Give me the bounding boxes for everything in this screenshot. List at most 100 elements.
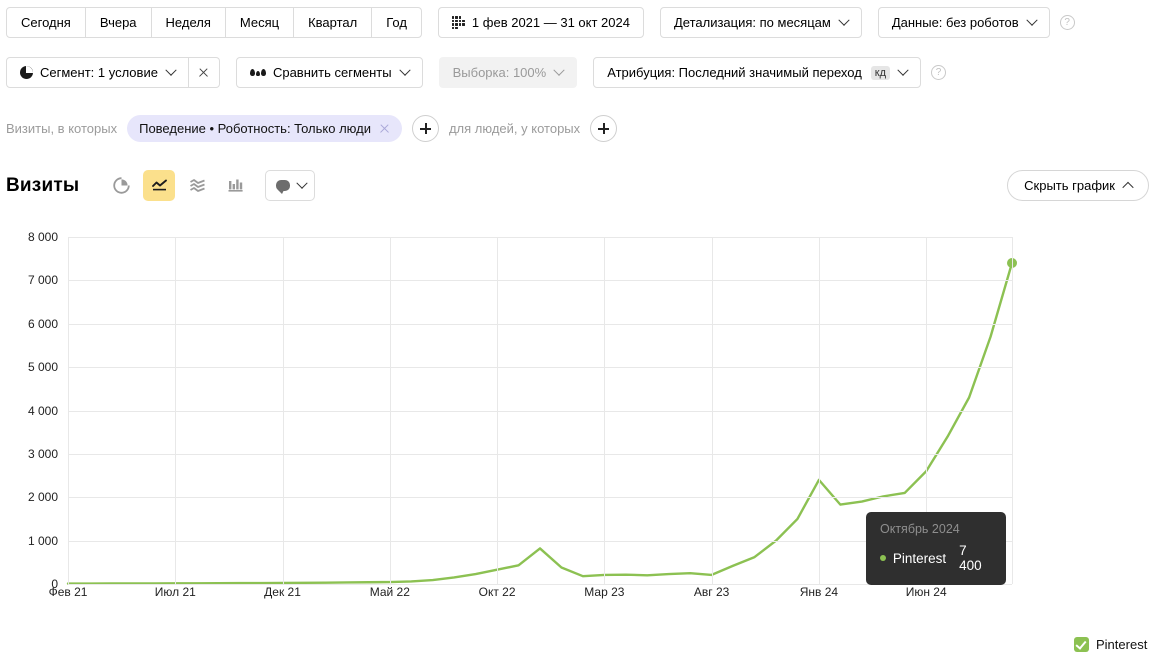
gridline-horizontal	[68, 323, 1012, 325]
sample-rate-dropdown[interactable]: Выборка: 100%	[438, 57, 578, 88]
attribution-badge: кд	[870, 65, 891, 80]
date-range-label: 1 фев 2021 — 31 окт 2024	[471, 15, 630, 30]
y-axis-tick-label: 5 000	[27, 360, 58, 375]
chart-tooltip: Октябрь 2024 Pinterest 7 400	[866, 512, 1006, 585]
line-chart-view-icon[interactable]	[143, 170, 176, 201]
y-axis-tick-label: 1 000	[27, 533, 58, 548]
date-range-picker[interactable]: 1 фев 2021 — 31 окт 2024	[437, 7, 644, 38]
compare-drops-icon	[249, 69, 266, 76]
attribution-dropdown[interactable]: Атрибуция: Последний значимый переход кд	[593, 57, 922, 88]
data-source-label: Данные: без роботов	[891, 15, 1019, 30]
chevron-down-icon	[398, 64, 411, 76]
gridline-vertical	[282, 237, 284, 584]
x-axis-tick-label: Мар 23	[584, 585, 625, 599]
segment-label: Сегмент: 1 условие	[40, 65, 158, 80]
sample-rate-label: Выборка: 100%	[452, 65, 547, 80]
axis-border	[1012, 237, 1013, 584]
chart-legend: Pinterest	[1074, 637, 1147, 652]
filter-chip-robotness[interactable]: Поведение • Роботность: Только люди	[127, 115, 402, 142]
period-button-today[interactable]: Сегодня	[6, 7, 86, 38]
calendar-icon	[451, 16, 465, 29]
gridline-vertical	[175, 237, 177, 584]
tooltip-title: Октябрь 2024	[880, 522, 960, 536]
chevron-down-icon	[165, 64, 177, 76]
gridline-vertical	[711, 237, 713, 584]
close-icon[interactable]	[379, 123, 390, 134]
period-button-year[interactable]: Год	[371, 7, 422, 38]
notes-dropdown[interactable]	[265, 170, 316, 201]
tooltip-series-name: Pinterest	[892, 550, 947, 566]
pie-chart-icon	[20, 66, 33, 79]
x-axis-tick-label: Окт 22	[478, 585, 516, 599]
gridline-horizontal	[68, 497, 1012, 499]
add-people-condition-button[interactable]	[590, 115, 618, 142]
bar-chart-view-icon[interactable]	[219, 170, 251, 201]
plus-icon	[419, 123, 431, 134]
x-axis-tick-label: Июл 21	[154, 585, 196, 599]
y-axis-tick-label: 8 000	[27, 230, 58, 244]
y-axis-tick-label: 6 000	[27, 316, 58, 331]
x-axis-tick-label: Дек 21	[264, 585, 301, 599]
filter-bar: Визиты, в которых Поведение • Роботность…	[6, 115, 618, 142]
period-button-week[interactable]: Неделя	[150, 7, 226, 38]
chevron-down-icon	[897, 64, 909, 76]
gridline-horizontal	[68, 410, 1012, 412]
period-button-yesterday[interactable]: Вчера	[84, 7, 152, 38]
y-axis-tick-label: 4 000	[27, 403, 58, 418]
visits-line-chart: 01 000 2 000 3 000 4 000 5 000 6 000 7 000 8 00…	[0, 225, 1159, 652]
filter-chip-label: Поведение • Роботность: Только люди	[139, 121, 371, 136]
filter-prefix-label: Визиты, в которых	[6, 121, 118, 136]
x-axis-tick-label: Май 22	[369, 585, 410, 599]
gridline-vertical	[604, 237, 606, 584]
chevron-down-icon	[1025, 14, 1038, 26]
segment-clear-button[interactable]	[188, 57, 220, 88]
compare-segments-label: Сравнить сегменты	[272, 65, 392, 80]
y-axis: 01 000 2 000 3 000 4 000 5 000 6 000 7 000 8 00…	[0, 225, 58, 591]
area-chart-view-icon[interactable]	[181, 170, 213, 201]
gridline-horizontal	[68, 280, 1012, 282]
pie-chart-view-icon[interactable]	[105, 170, 137, 201]
chevron-down-icon	[553, 64, 565, 76]
y-axis-tick-label: 7 000	[27, 273, 58, 288]
y-axis-tick-label: 3 000	[27, 446, 58, 461]
detail-level-dropdown[interactable]: Детализация: по месяцам	[659, 7, 862, 38]
chevron-down-icon	[838, 14, 850, 26]
plus-icon	[598, 123, 610, 134]
help-icon[interactable]: ?	[1059, 15, 1075, 30]
segment-control: Сегмент: 1 условие	[6, 57, 220, 88]
gridline-horizontal	[68, 453, 1012, 455]
help-icon[interactable]: ?	[931, 65, 947, 80]
period-button-month[interactable]: Месяц	[224, 7, 295, 38]
period-toolbar: Сегодня Вчера Неделя Месяц Квартал Год 1…	[6, 7, 1075, 38]
detail-level-label: Детализация: по месяцам	[673, 15, 831, 30]
gridline-vertical	[497, 237, 499, 584]
page-title: Визиты	[6, 174, 80, 196]
add-visit-condition-button[interactable]	[411, 115, 439, 142]
hide-chart-label: Скрыть график	[1024, 178, 1115, 193]
gridline-horizontal	[68, 367, 1012, 369]
data-source-dropdown[interactable]: Данные: без роботов	[877, 7, 1050, 38]
x-axis-tick-label: Июн 24	[905, 585, 947, 599]
gridline-vertical	[389, 237, 391, 584]
metric-header: Визиты Скрыть график	[6, 170, 1149, 201]
segment-dropdown[interactable]: Сегмент: 1 условие	[6, 57, 189, 88]
x-axis-tick-label: Авг 23	[693, 585, 730, 599]
gridline-horizontal	[68, 237, 1012, 238]
comment-icon	[276, 180, 291, 194]
compare-segments-dropdown[interactable]: Сравнить сегменты	[235, 57, 423, 88]
x-axis-tick-label: Янв 24	[799, 585, 839, 599]
period-button-quarter[interactable]: Квартал	[293, 7, 373, 38]
x-axis-tick-label: Фев 21	[48, 585, 88, 599]
y-axis-tick-label: 2 000	[27, 490, 58, 505]
filter-middle-label: для людей, у которых	[448, 121, 581, 136]
attribution-label: Атрибуция: Последний значимый переход	[607, 65, 862, 80]
legend-checkbox-pinterest[interactable]	[1074, 637, 1089, 652]
segment-toolbar: Сегмент: 1 условие Сравнить сегменты Выб…	[6, 57, 947, 88]
tooltip-series-value: 7 400	[959, 543, 982, 573]
period-button-group: Сегодня Вчера Неделя Месяц Квартал Год	[6, 7, 422, 38]
hide-chart-button[interactable]: Скрыть график	[1007, 170, 1149, 201]
gridline-vertical	[818, 237, 820, 584]
axis-border	[68, 237, 69, 584]
chevron-up-icon	[1122, 181, 1134, 193]
chevron-down-icon	[296, 177, 308, 189]
